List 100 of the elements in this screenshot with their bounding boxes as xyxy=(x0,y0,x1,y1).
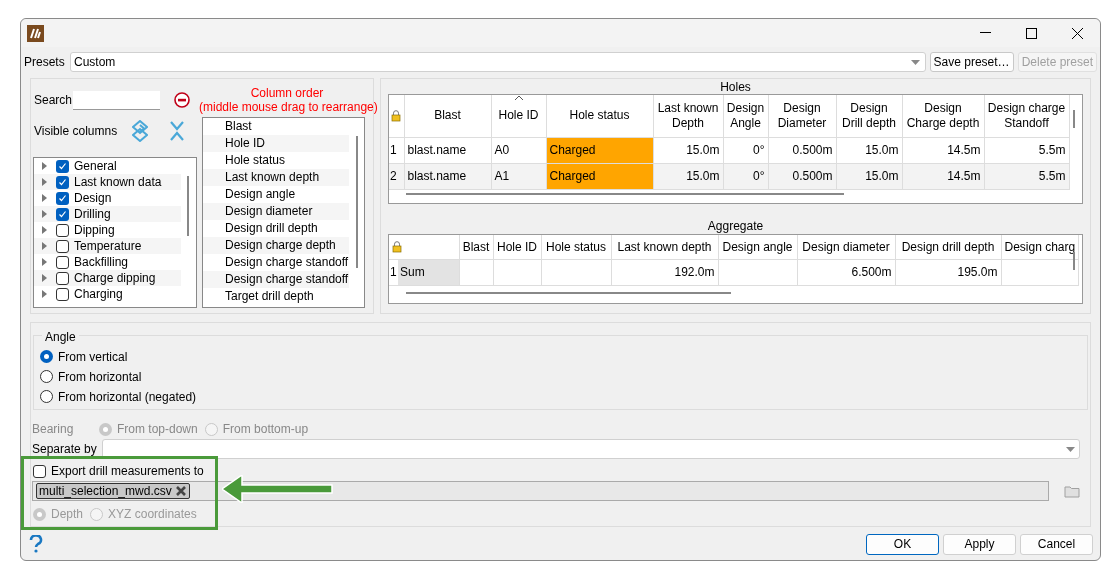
search-label: Search xyxy=(34,92,70,109)
table-cell: 14.5m xyxy=(902,163,984,189)
dialog-button[interactable]: OK xyxy=(866,533,939,555)
expand-all-icon xyxy=(132,120,148,142)
table-cell: 0° xyxy=(723,163,768,189)
dialog-button[interactable]: Apply xyxy=(943,533,1016,555)
column-header[interactable]: Design charge Standoff xyxy=(984,95,1069,137)
column-header[interactable]: Hole ID xyxy=(493,235,541,259)
scrollbar xyxy=(1073,252,1075,270)
table-cell: 15.0m xyxy=(836,163,902,189)
preset-button[interactable]: Save preset… xyxy=(929,52,1014,72)
lock-icon xyxy=(392,240,402,253)
tree-item-label: General xyxy=(74,158,117,175)
column-header[interactable]: Design Charge depth xyxy=(902,95,984,137)
row-number: 2 xyxy=(389,163,404,189)
column-header[interactable]: Design drill depth xyxy=(895,235,1001,259)
radio-label: From horizontal (negated) xyxy=(58,388,197,406)
status-cell: Charged xyxy=(546,137,653,163)
column-order-item[interactable]: Last known depth xyxy=(203,169,349,186)
status-cell: Charged xyxy=(546,163,653,189)
help-icon xyxy=(29,535,43,553)
column-order-item[interactable]: Design charge depth xyxy=(203,237,349,254)
column-header[interactable]: Hole ID xyxy=(491,95,546,137)
tree-item-label: Backfilling xyxy=(74,254,129,271)
column-header[interactable]: Design Diameter xyxy=(768,95,836,137)
tree-item-label: Design xyxy=(74,190,112,207)
checkbox[interactable] xyxy=(56,271,69,285)
minimize-icon xyxy=(979,32,991,34)
column-header[interactable]: Design diameter xyxy=(797,235,895,259)
column-header[interactable]: Last known depth xyxy=(611,235,718,259)
radio-button[interactable] xyxy=(40,350,53,363)
app-logo-icon xyxy=(27,24,44,42)
column-header[interactable]: Blast xyxy=(404,95,491,137)
radio-label: From horizontal xyxy=(58,368,142,386)
table-cell: A1 xyxy=(491,163,546,189)
arrow-icon xyxy=(222,475,333,503)
table-cell: 15.0m xyxy=(653,137,723,163)
table-cell: 195.0m xyxy=(895,259,1001,285)
radio-label: XYZ coordinates xyxy=(108,506,197,523)
table-cell: blast.name xyxy=(404,137,491,163)
tree-item[interactable]: Temperature xyxy=(34,238,181,254)
tree-item[interactable]: Last known data xyxy=(34,174,181,190)
column-header[interactable]: Hole status xyxy=(546,95,653,137)
column-header[interactable]: Design angle xyxy=(718,235,797,259)
column-order-title: Column order xyxy=(249,86,325,100)
tree-item-label: Temperature xyxy=(74,238,142,255)
tree-item[interactable]: Drilling xyxy=(34,206,181,222)
bearing-label: Bearing xyxy=(32,421,75,438)
remove-icon xyxy=(174,92,190,108)
dropdown-arrow-icon xyxy=(1066,446,1075,452)
maximize-icon xyxy=(1025,27,1037,39)
checkbox[interactable] xyxy=(56,239,69,253)
visible-columns-label: Visible columns xyxy=(34,123,119,140)
checkbox[interactable] xyxy=(56,207,69,221)
table-cell: 5.5m xyxy=(984,163,1069,189)
table-cell: 0.500m xyxy=(768,163,836,189)
tree-item-label: Charge dipping xyxy=(74,270,156,287)
tree-item[interactable]: Charge dipping xyxy=(34,270,181,286)
radio-label: From vertical xyxy=(58,348,128,366)
table-cell: 5.5m xyxy=(984,137,1069,163)
table-cell: 192.0m xyxy=(611,259,718,285)
checkbox[interactable] xyxy=(56,287,69,301)
table-cell: 15.0m xyxy=(653,163,723,189)
remove-icon xyxy=(174,485,187,497)
checkbox[interactable] xyxy=(56,175,69,189)
separate-by-label: Separate by xyxy=(32,441,98,458)
folder-icon xyxy=(1064,484,1080,498)
radio-label: From bottom-up xyxy=(222,421,309,438)
column-header[interactable]: Last known Depth xyxy=(653,95,723,137)
table-title: Aggregate xyxy=(706,218,765,234)
table-cell: A0 xyxy=(491,137,546,163)
radio-label: Depth xyxy=(51,506,84,523)
lock-icon xyxy=(391,109,402,122)
scrollbar xyxy=(187,176,189,236)
column-header[interactable]: Blast xyxy=(459,235,493,259)
table-cell: 15.0m xyxy=(836,137,902,163)
row-label: Sum xyxy=(398,259,459,285)
tree-item-label: Drilling xyxy=(74,206,111,223)
checkbox[interactable] xyxy=(56,223,69,237)
tree-item-label: Dipping xyxy=(74,222,115,239)
table-cell: 0° xyxy=(723,137,768,163)
column-order-item[interactable]: Design diameter xyxy=(203,203,349,220)
tree-item-label: Last known data xyxy=(74,174,162,191)
column-header[interactable]: Design Angle xyxy=(723,95,768,137)
column-order-item[interactable]: Hole ID xyxy=(203,135,349,152)
dialog-button[interactable]: Cancel xyxy=(1020,533,1093,555)
radio-button[interactable] xyxy=(40,370,53,383)
checkbox[interactable] xyxy=(56,159,69,173)
checkbox[interactable] xyxy=(56,255,69,269)
radio-button[interactable] xyxy=(40,390,53,403)
checkbox[interactable] xyxy=(56,191,69,205)
column-order-item[interactable]: Design charge standoff xyxy=(203,271,349,288)
scrollbar xyxy=(1073,110,1075,128)
search-field[interactable] xyxy=(73,90,160,110)
table-cell: 14.5m xyxy=(902,137,984,163)
column-header[interactable]: Design Drill depth xyxy=(836,95,902,137)
presets-dropdown[interactable]: Custom xyxy=(70,52,926,72)
column-header[interactable]: Hole status xyxy=(541,235,611,259)
radio-label: From top-down xyxy=(117,421,198,438)
column-order-title: (middle mouse drag to rearrange) xyxy=(199,100,375,114)
